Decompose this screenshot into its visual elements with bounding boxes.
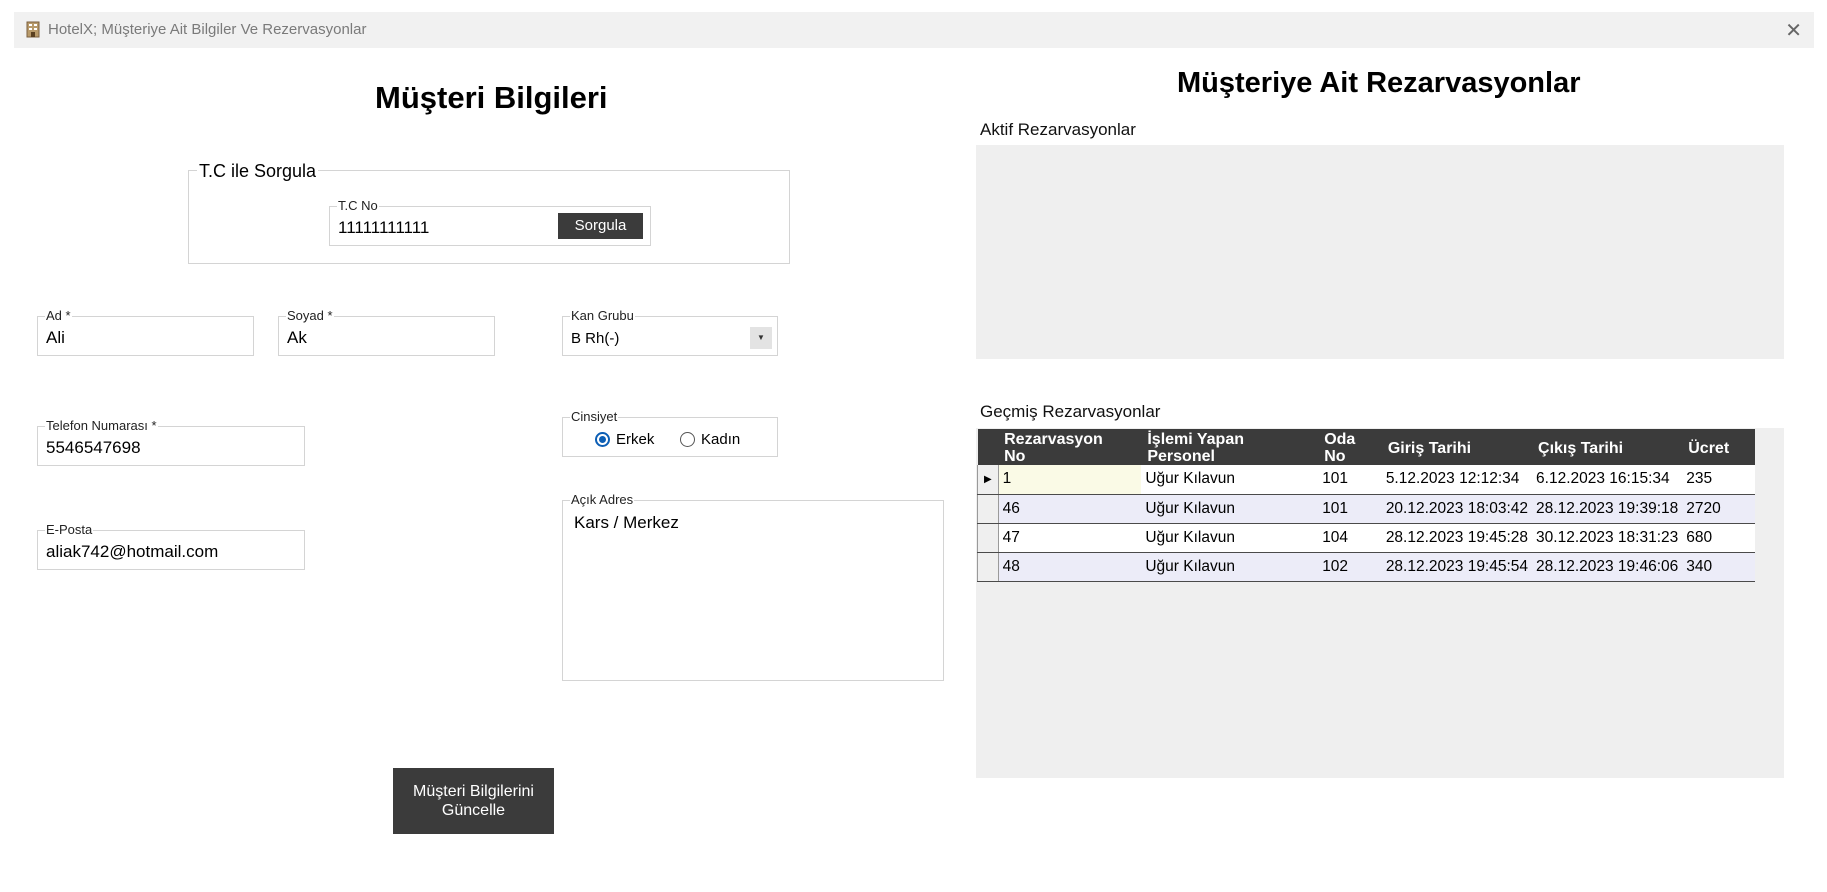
female-radio-label[interactable]: Kadın [701,431,740,448]
email-value[interactable]: aliak742@hotmail.com [46,542,218,562]
query-button[interactable]: Sorgula [558,213,643,239]
first-name-field[interactable]: Ad * Ali [37,309,254,356]
table-row[interactable]: 48 Uğur Kılavun 102 28.12.2023 19:45:54 … [977,552,1755,582]
update-button-line1: Müşteri Bilgilerini [413,783,534,800]
cell-reservation-no[interactable]: 48 [998,552,1142,582]
male-radio[interactable] [595,432,610,447]
cell-checkout[interactable]: 6.12.2023 16:15:34 [1532,465,1683,495]
cell-checkout[interactable]: 28.12.2023 19:39:18 [1532,494,1683,524]
cell-staff[interactable]: Uğur Kılavun [1141,552,1319,582]
tc-no-value[interactable]: 11111111111 [338,218,429,238]
tc-query-legend: T.C ile Sorgula [197,161,319,182]
column-header-checkin[interactable]: Giriş Tarihi [1381,429,1533,465]
last-name-field[interactable]: Soyad * Ak [278,309,495,356]
cell-checkin[interactable]: 28.12.2023 19:45:54 [1381,552,1533,582]
cell-checkout[interactable]: 30.12.2023 18:31:23 [1532,523,1683,553]
blood-group-label: Kan Grubu [570,308,635,323]
cell-room-no[interactable]: 102 [1318,552,1382,582]
column-header-text: Rezarvasyon [1004,431,1103,448]
gender-label: Cinsiyet [570,409,619,424]
phone-label: Telefon Numarası * [45,418,158,433]
column-header-reservation-no[interactable]: Rezarvasyon No [998,429,1142,465]
title-bar: HotelX; Müşteriye Ait Bilgiler Ve Rezerv… [14,12,1814,48]
first-name-label: Ad * [45,308,72,323]
address-label: Açık Adres [570,492,635,507]
last-name-value[interactable]: Ak [287,328,307,348]
tc-no-label: T.C No [337,198,379,213]
cell-reservation-no[interactable]: 46 [998,494,1142,524]
table-row[interactable]: 47 Uğur Kılavun 104 28.12.2023 19:45:28 … [977,523,1755,553]
row-selector[interactable] [977,552,999,582]
cell-checkin[interactable]: 28.12.2023 19:45:28 [1381,523,1533,553]
gender-group: Cinsiyet Erkek Kadın [562,410,778,457]
blood-group-value: B Rh(-) [571,330,620,347]
column-header-text: No [1324,448,1346,465]
column-header-text: İşlemi Yapan [1147,431,1244,448]
cell-reservation-no[interactable]: 47 [998,523,1142,553]
column-header-text: Personel [1147,448,1215,465]
cell-staff[interactable]: Uğur Kılavun [1141,465,1319,495]
window-title: HotelX; Müşteriye Ait Bilgiler Ve Rezerv… [48,21,367,38]
row-selector[interactable] [977,523,999,553]
column-header-text: No [1004,448,1026,465]
row-header-corner [977,429,999,465]
cell-staff[interactable]: Uğur Kılavun [1141,523,1319,553]
hotel-building-icon [26,21,40,38]
female-radio[interactable] [680,432,695,447]
blood-group-select[interactable]: Kan Grubu B Rh(-) ▼ [562,309,778,356]
column-header-staff[interactable]: İşlemi Yapan Personel [1141,429,1319,465]
cell-fee[interactable]: 2720 [1682,494,1755,524]
customer-info-heading: Müşteri Bilgileri [375,80,608,115]
cell-reservation-no[interactable]: 1 [998,465,1142,495]
column-header-room-no[interactable]: Oda No [1318,429,1382,465]
cell-checkout[interactable]: 28.12.2023 19:46:06 [1532,552,1683,582]
column-header-text: Oda [1324,431,1356,448]
first-name-value[interactable]: Ali [46,328,65,348]
row-selector-icon[interactable]: ▶ [977,465,999,495]
cell-room-no[interactable]: 101 [1318,494,1382,524]
address-value[interactable]: Kars / Merkez [574,513,679,533]
phone-field[interactable]: Telefon Numarası * 5546547698 [37,419,305,466]
tc-query-group: T.C ile Sorgula T.C No 11111111111 Sorgu… [188,161,790,264]
cell-checkin[interactable]: 5.12.2023 12:12:34 [1381,465,1533,495]
cell-room-no[interactable]: 104 [1318,523,1382,553]
past-reservations-label: Geçmiş Rezarvasyonlar [980,402,1161,421]
tc-no-field[interactable]: T.C No 11111111111 Sorgula [329,199,651,246]
email-label: E-Posta [45,522,94,537]
cell-checkin[interactable]: 20.12.2023 18:03:42 [1381,494,1533,524]
update-button-line2: Güncelle [441,802,506,819]
row-selector[interactable] [977,494,999,524]
past-reservations-table[interactable]: Rezarvasyon No İşlemi Yapan Personel Oda No… [977,429,1755,582]
cell-staff[interactable]: Uğur Kılavun [1141,494,1319,524]
male-radio-label[interactable]: Erkek [616,431,654,448]
active-reservations-grid[interactable] [976,145,1784,359]
last-name-label: Soyad * [286,308,334,323]
phone-value[interactable]: 5546547698 [46,438,141,458]
address-textarea[interactable]: Açık Adres Kars / Merkez [562,493,944,681]
close-icon[interactable]: ✕ [1785,18,1802,43]
table-header-row: Rezarvasyon No İşlemi Yapan Personel Oda No… [977,429,1755,465]
email-field[interactable]: E-Posta aliak742@hotmail.com [37,523,305,570]
column-header-checkout[interactable]: Çıkış Tarihi [1532,429,1683,465]
column-header-fee[interactable]: Ücret [1682,429,1755,465]
table-row[interactable]: ▶ 1 Uğur Kılavun 101 5.12.2023 12:12:34 … [977,465,1755,495]
cell-room-no[interactable]: 101 [1318,465,1382,495]
chevron-down-icon[interactable]: ▼ [750,327,772,349]
cell-fee[interactable]: 680 [1682,523,1755,553]
update-customer-button[interactable]: Müşteri Bilgilerini Güncelle [393,768,554,834]
cell-fee[interactable]: 235 [1682,465,1755,495]
table-row[interactable]: 46 Uğur Kılavun 101 20.12.2023 18:03:42 … [977,494,1755,524]
active-reservations-label: Aktif Rezarvasyonlar [980,120,1136,139]
reservations-heading: Müşteriye Ait Rezarvasyonlar [1177,67,1581,99]
cell-fee[interactable]: 340 [1682,552,1755,582]
